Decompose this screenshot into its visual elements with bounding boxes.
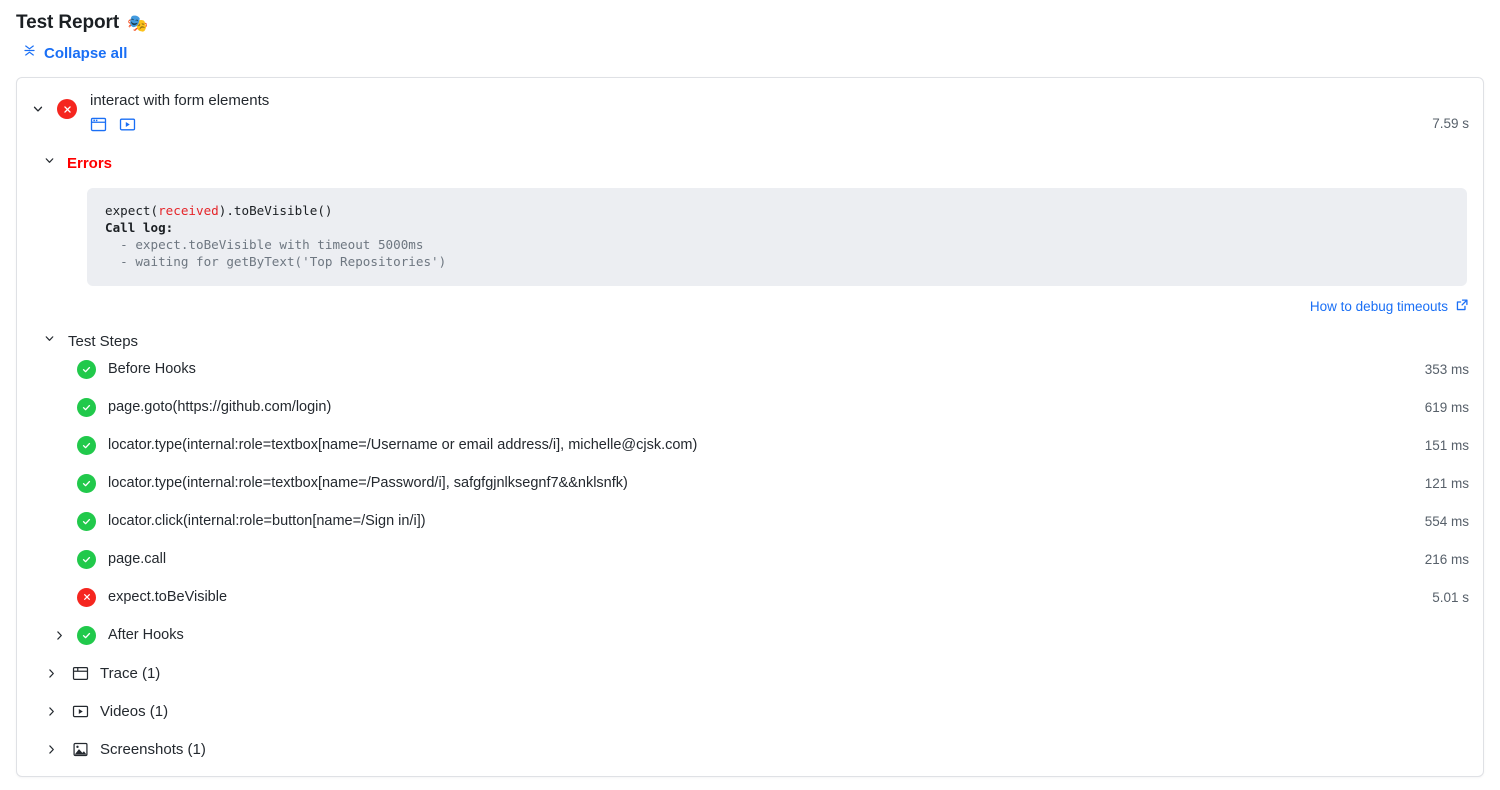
step-status-pass-icon	[77, 550, 96, 569]
attachment-section-row[interactable]: Screenshots (1)	[17, 730, 1483, 768]
test-step-row[interactable]: page.goto(https://github.com/login) 619 m…	[17, 388, 1483, 426]
video-attachment-icon[interactable]	[119, 116, 136, 138]
collapse-all-icon	[22, 43, 37, 63]
test-step-row[interactable]: page.call 216 ms	[17, 540, 1483, 578]
debug-link-label: How to debug timeouts	[1310, 299, 1448, 314]
test-header-content: interact with form elements	[90, 90, 269, 138]
attachment-section-row[interactable]: Trace (1)	[17, 654, 1483, 692]
test-step-row[interactable]: locator.type(internal:role=textbox[name=…	[17, 426, 1483, 464]
test-duration: 7.59 s	[1432, 116, 1469, 131]
image-icon	[72, 741, 89, 758]
error-call-log-label: Call log:	[105, 220, 173, 235]
attachment-expand-chevron-icon[interactable]	[45, 705, 58, 718]
how-to-debug-timeouts-link[interactable]: How to debug timeouts	[1310, 298, 1469, 315]
attachment-section-label: Trace (1)	[100, 665, 160, 682]
page-header: Test Report 🎭	[0, 0, 1500, 34]
attachment-expand-chevron-icon[interactable]	[45, 743, 58, 756]
test-step-row[interactable]: locator.type(internal:role=textbox[name=…	[17, 464, 1483, 502]
step-status-fail-icon	[77, 588, 96, 607]
errors-section-header[interactable]: Errors	[17, 138, 112, 172]
error-line1-suffix: ).toBeVisible()	[219, 203, 333, 218]
debug-link-row: How to debug timeouts	[17, 286, 1483, 315]
test-title[interactable]: interact with form elements	[90, 90, 269, 110]
attachment-section-row[interactable]: Videos (1)	[17, 692, 1483, 730]
attachment-section-label: Videos (1)	[100, 703, 168, 720]
test-result-card: interact with form elements	[16, 77, 1484, 777]
step-label: page.call	[108, 551, 166, 567]
step-label: After Hooks	[108, 627, 184, 643]
test-expand-chevron-icon[interactable]	[31, 102, 45, 116]
test-steps-list: Before Hooks 353 ms page.goto(https://gith…	[17, 350, 1483, 654]
test-attachment-icons	[90, 116, 269, 138]
step-label: locator.type(internal:role=textbox[name=…	[108, 437, 697, 453]
step-status-pass-icon	[77, 626, 96, 645]
trace-attachment-icon[interactable]	[90, 116, 107, 138]
step-duration: 5.01 s	[1432, 590, 1469, 605]
attachment-section-label: Screenshots (1)	[100, 741, 206, 758]
error-message-block: expect(received).toBeVisible() Call log:…	[87, 188, 1467, 286]
test-header-row[interactable]: interact with form elements	[17, 78, 1483, 138]
step-expand-chevron-icon[interactable]	[53, 629, 66, 642]
step-duration: 121 ms	[1425, 476, 1469, 491]
test-steps-header[interactable]: Test Steps	[17, 315, 138, 350]
external-link-icon	[1455, 298, 1469, 315]
error-line1-received: received	[158, 203, 219, 218]
step-duration: 353 ms	[1425, 362, 1469, 377]
collapse-all-button[interactable]: Collapse all	[0, 34, 127, 63]
step-duration: 554 ms	[1425, 514, 1469, 529]
errors-expand-chevron-icon[interactable]	[43, 154, 56, 172]
page-title: Test Report	[16, 12, 119, 34]
error-call-log-line-2: - waiting for getByText('Top Repositorie…	[105, 254, 446, 269]
step-status-pass-icon	[77, 398, 96, 417]
test-step-row[interactable]: After Hooks	[17, 616, 1483, 654]
step-duration: 151 ms	[1425, 438, 1469, 453]
step-label: locator.type(internal:role=textbox[name=…	[108, 475, 628, 491]
step-status-pass-icon	[77, 512, 96, 531]
attachment-expand-chevron-icon[interactable]	[45, 667, 58, 680]
video-play-icon	[72, 703, 89, 720]
trace-window-icon	[72, 665, 89, 682]
test-step-row[interactable]: Before Hooks 353 ms	[17, 350, 1483, 388]
attachment-sections-list: Trace (1) Videos (1) Screenshots (1)	[17, 654, 1483, 768]
test-steps-label: Test Steps	[68, 333, 138, 350]
step-status-pass-icon	[77, 360, 96, 379]
step-duration: 619 ms	[1425, 400, 1469, 415]
error-call-log-line-1: - expect.toBeVisible with timeout 5000ms	[105, 237, 423, 252]
step-label: Before Hooks	[108, 361, 196, 377]
step-label: expect.toBeVisible	[108, 589, 227, 605]
test-step-row[interactable]: locator.click(internal:role=button[name=…	[17, 502, 1483, 540]
collapse-all-label: Collapse all	[44, 45, 127, 62]
step-duration: 216 ms	[1425, 552, 1469, 567]
step-label: page.goto(https://github.com/login)	[108, 399, 331, 415]
performing-arts-masks-icon: 🎭	[127, 15, 148, 32]
step-status-pass-icon	[77, 436, 96, 455]
step-status-pass-icon	[77, 474, 96, 493]
test-status-fail-icon	[57, 99, 77, 119]
errors-label: Errors	[67, 155, 112, 172]
step-label: locator.click(internal:role=button[name=…	[108, 513, 426, 529]
test-step-row[interactable]: expect.toBeVisible 5.01 s	[17, 578, 1483, 616]
error-line1-prefix: expect(	[105, 203, 158, 218]
test-steps-expand-chevron-icon[interactable]	[43, 332, 56, 350]
